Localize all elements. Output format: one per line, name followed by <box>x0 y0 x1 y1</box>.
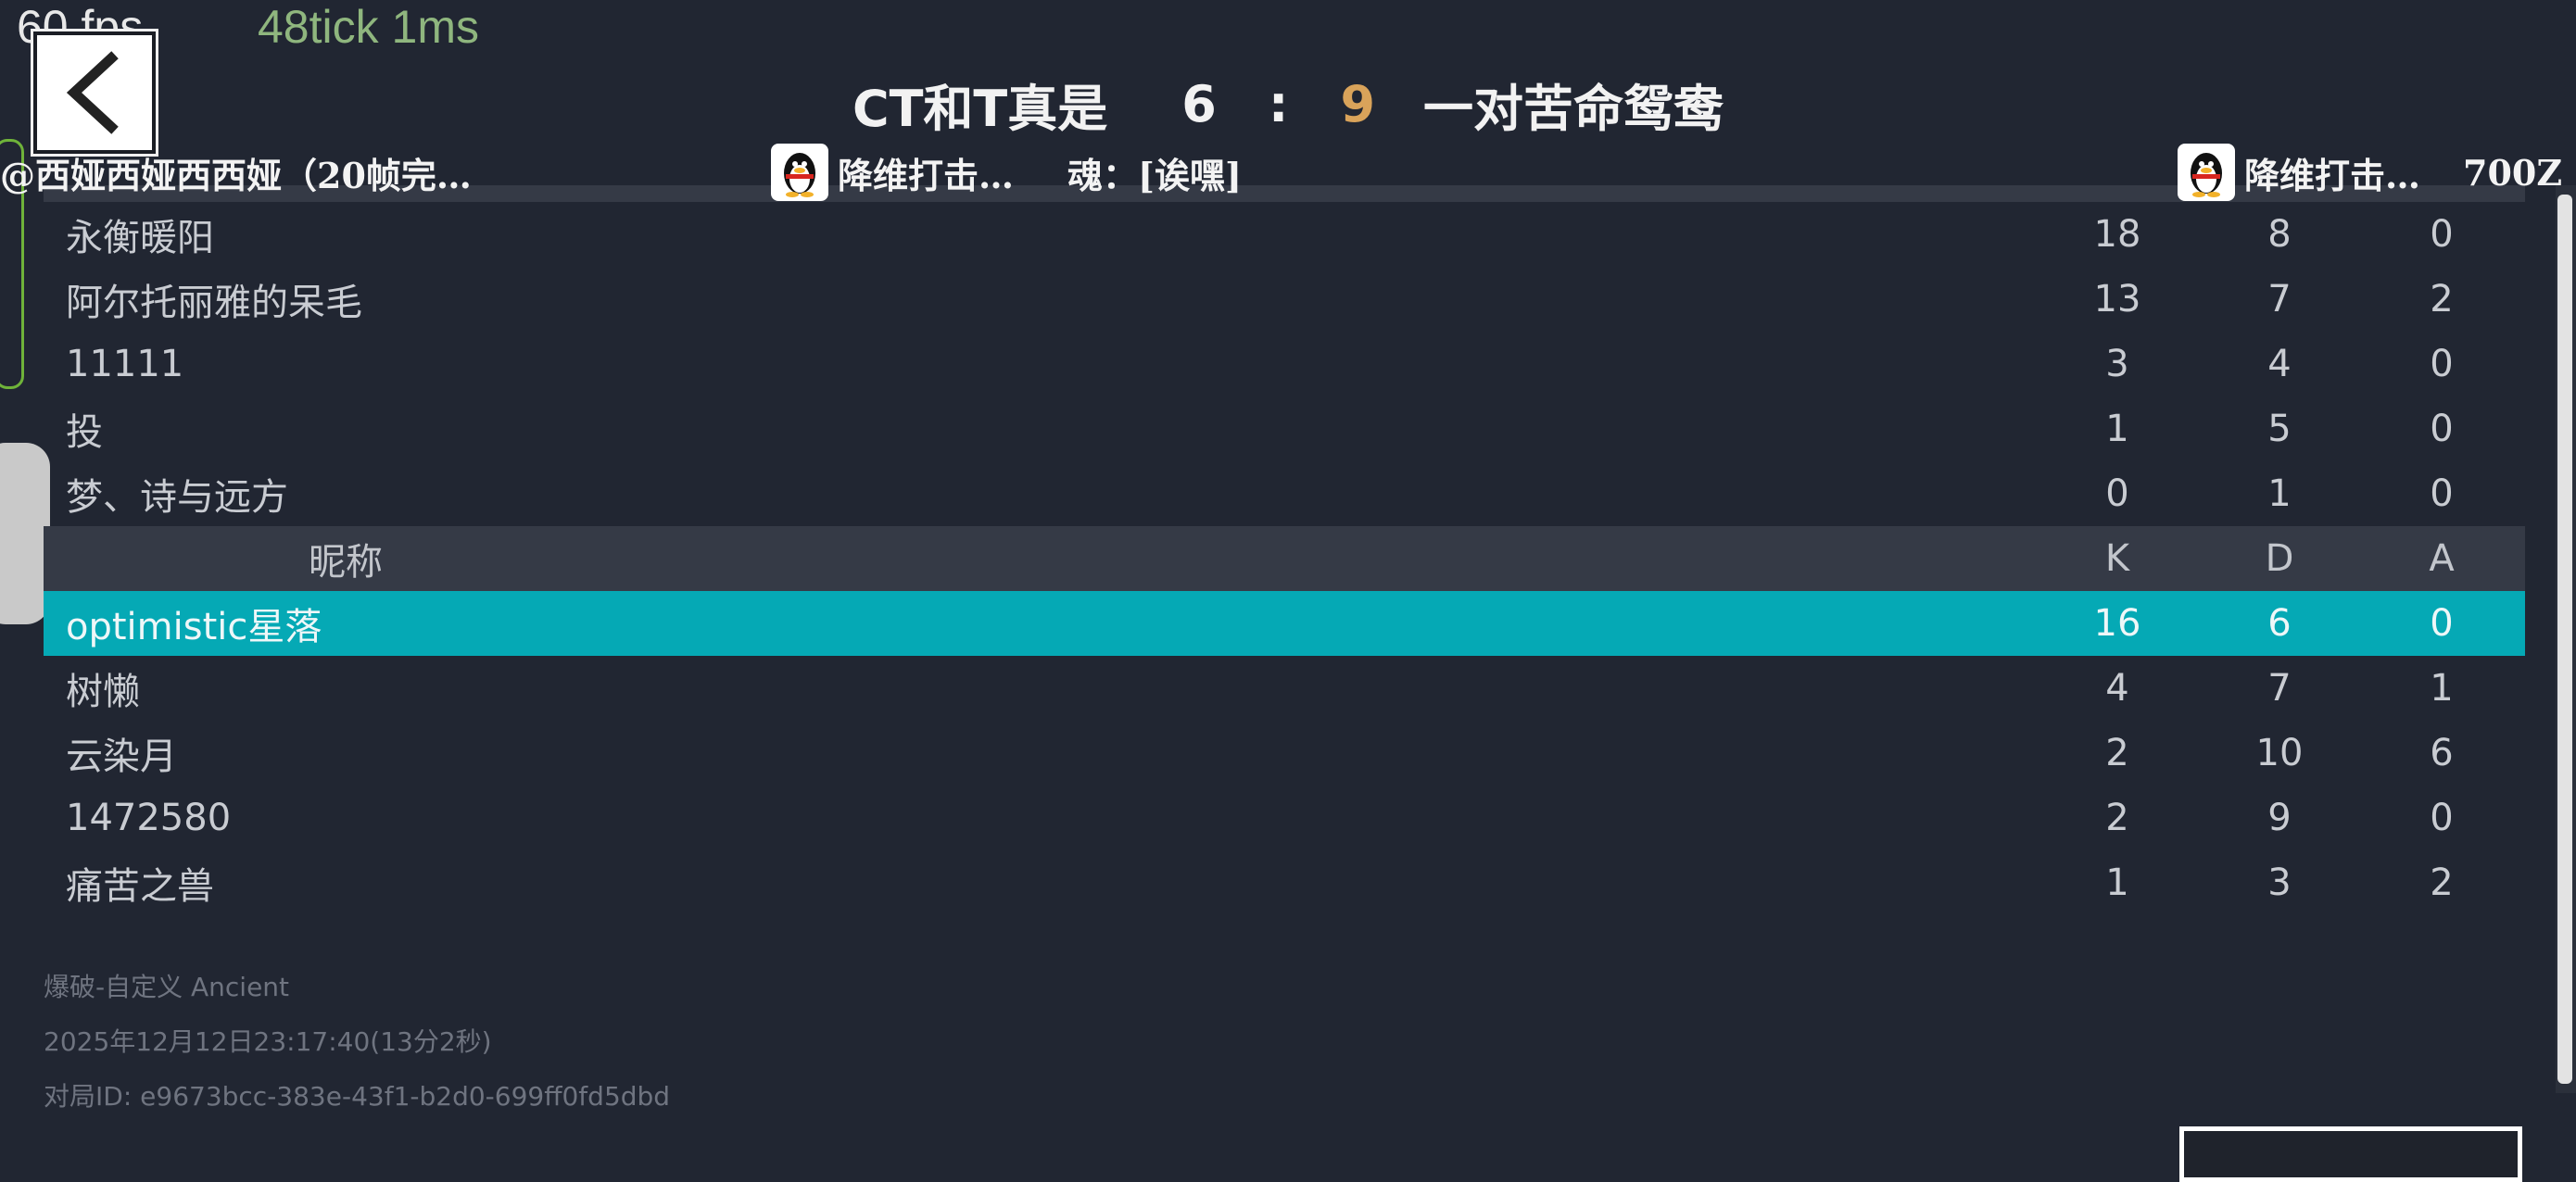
player-assists: 0 <box>2430 602 2454 645</box>
player-row[interactable]: 树懒 4 7 1 <box>44 656 2525 721</box>
player-row[interactable]: 痛苦之兽 1 3 2 <box>44 850 2525 915</box>
player-kills: 1 <box>2105 408 2129 450</box>
player-assists: 2 <box>2430 861 2454 904</box>
strip-player-middle-name: 降维打击… <box>838 154 1015 196</box>
player-name: 梦、诗与远方 <box>66 476 288 519</box>
team-bottom-list: optimistic星落 16 6 0 树懒 4 7 1 云染月 2 10 6 1472580 2 9 0 痛苦… <box>44 591 2525 915</box>
player-deaths: 3 <box>2267 861 2292 904</box>
player-deaths: 5 <box>2267 408 2292 450</box>
player-row[interactable]: optimistic星落 16 6 0 <box>44 591 2525 656</box>
strip-player-left[interactable]: @西娅西娅西西娅（20帧完… <box>0 146 472 198</box>
player-kills: 2 <box>2105 732 2129 774</box>
player-row[interactable]: 1472580 2 9 0 <box>44 786 2525 850</box>
player-deaths: 7 <box>2267 667 2292 710</box>
player-row[interactable]: 云染月 2 10 6 <box>44 721 2525 786</box>
score-separator: : <box>1268 74 1289 133</box>
strip-player-right-tag: 700Z <box>2463 151 2563 194</box>
strip-player-middle[interactable]: 降维打击… 魂：[诶嘿] <box>771 144 1242 201</box>
player-assists: 0 <box>2430 343 2454 385</box>
player-kills: 13 <box>2093 278 2141 321</box>
player-name: 11111 <box>66 343 184 385</box>
player-name: 永衡暖阳 <box>66 217 214 259</box>
header-kills: K <box>2104 537 2130 580</box>
player-deaths: 7 <box>2267 278 2292 321</box>
player-name: 投 <box>66 411 103 454</box>
player-kills: 18 <box>2093 213 2141 256</box>
match-info: 爆破-自定义 Ancient 2025年12月12日23:17:40(13分2秒… <box>44 960 670 1124</box>
score-t: 9 <box>1340 74 1376 133</box>
match-score-title: CT和T真是 6 : 9 一对苦命鸳鸯 <box>0 67 2576 141</box>
scoreboard: 永衡暖阳 18 8 0 阿尔托丽雅的呆毛 13 7 2 11111 3 4 0 投 1 5 0 梦、诗与远方 0 1… <box>44 185 2525 915</box>
player-deaths: 6 <box>2267 602 2292 645</box>
player-deaths: 10 <box>2255 732 2304 774</box>
player-assists: 0 <box>2430 797 2454 839</box>
player-assists: 6 <box>2430 732 2454 774</box>
player-deaths: 1 <box>2267 472 2292 515</box>
player-name: 痛苦之兽 <box>66 865 214 908</box>
player-name: 阿尔托丽雅的呆毛 <box>66 282 362 324</box>
player-assists: 1 <box>2430 667 2454 710</box>
scoreboard-header: 昵称 K D A <box>44 526 2525 591</box>
player-row[interactable]: 投 1 5 0 <box>44 396 2525 461</box>
player-row[interactable]: 永衡暖阳 18 8 0 <box>44 202 2525 267</box>
header-deaths: D <box>2265 537 2294 580</box>
player-name: 云染月 <box>66 736 177 778</box>
tick-latency: 48tick 1ms <box>258 1 479 53</box>
player-assists: 0 <box>2430 472 2454 515</box>
players-strip: @西娅西娅西西娅（20帧完… 降维打击… 魂：[诶嘿] 降维打击… 700Z <box>0 144 2576 201</box>
qq-penguin-icon <box>771 144 828 201</box>
player-name: optimistic星落 <box>66 606 322 648</box>
side-avatar-tab[interactable] <box>0 443 50 624</box>
player-kills: 0 <box>2105 472 2129 515</box>
player-assists: 2 <box>2430 278 2454 321</box>
player-deaths: 9 <box>2267 797 2292 839</box>
player-row[interactable]: 阿尔托丽雅的呆毛 13 7 2 <box>44 267 2525 332</box>
player-deaths: 8 <box>2267 213 2292 256</box>
header-assists: A <box>2429 537 2455 580</box>
scrollbar-thumb[interactable] <box>2557 195 2572 1084</box>
player-kills: 3 <box>2105 343 2129 385</box>
player-kills: 2 <box>2105 797 2129 839</box>
match-mode: 爆破-自定义 Ancient <box>44 972 290 1002</box>
player-deaths: 4 <box>2267 343 2292 385</box>
qq-penguin-icon <box>2178 144 2235 201</box>
player-kills: 1 <box>2105 861 2129 904</box>
bottom-action-button[interactable] <box>2179 1126 2522 1182</box>
match-id: 对局ID: e9673bcc-383e-43f1-b2d0-699ff0fd5d… <box>44 1081 671 1112</box>
player-assists: 0 <box>2430 408 2454 450</box>
player-name: 树懒 <box>66 671 140 713</box>
team-top-list: 永衡暖阳 18 8 0 阿尔托丽雅的呆毛 13 7 2 11111 3 4 0 投 1 5 0 梦、诗与远方 0 1… <box>44 202 2525 526</box>
player-row[interactable]: 梦、诗与远方 0 1 0 <box>44 461 2525 526</box>
header-nickname: 昵称 <box>309 541 383 584</box>
player-row[interactable]: 11111 3 4 0 <box>44 332 2525 396</box>
strip-player-right[interactable]: 降维打击… 700Z <box>2178 144 2563 201</box>
player-kills: 4 <box>2105 667 2129 710</box>
match-time: 2025年12月12日23:17:40(13分2秒) <box>44 1026 492 1057</box>
team-t-name: 一对苦命鸳鸯 <box>1423 79 1724 138</box>
score-ct: 6 <box>1181 74 1217 133</box>
strip-player-right-name: 降维打击… <box>2244 154 2421 196</box>
player-kills: 16 <box>2093 602 2141 645</box>
strip-player-middle-tag: 魂：[诶嘿] <box>1067 154 1242 196</box>
player-assists: 0 <box>2430 213 2454 256</box>
strip-player-left-name: @西娅西娅西西娅（20帧完… <box>0 154 472 196</box>
team-ct-name: CT和T真是 <box>852 79 1108 138</box>
player-name: 1472580 <box>66 797 232 839</box>
